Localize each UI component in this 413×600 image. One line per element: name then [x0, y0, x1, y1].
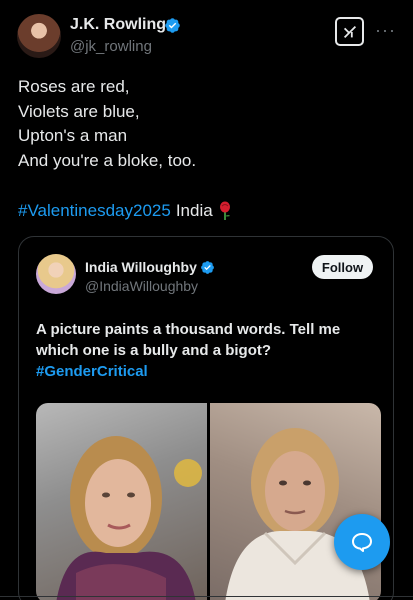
tweet-text: Roses are red, Violets are blue, Upton's… [18, 75, 196, 173]
photo-right[interactable] [210, 403, 381, 600]
tweet-hashtag-line: #Valentinesday2025 India [18, 201, 233, 221]
tag-text: India [175, 201, 213, 220]
reply-fab[interactable] [334, 514, 390, 570]
portrait-illustration [225, 428, 370, 600]
photo-left[interactable] [36, 403, 207, 600]
poem-line: Roses are red, [18, 77, 130, 96]
verified-badge-icon [201, 261, 214, 274]
rose-emoji-icon [219, 201, 230, 220]
more-icon[interactable]: ··· [375, 20, 396, 41]
tweet: J.K. Rowling @jk_rowling ··· Roses are r… [0, 0, 413, 600]
author-name[interactable]: J.K. Rowling [70, 16, 166, 34]
quoted-author-handle[interactable]: @IndiaWilloughby [85, 278, 198, 294]
portrait-illustration [56, 436, 202, 600]
poem-line: Violets are blue, [18, 101, 140, 121]
grok-icon [343, 25, 356, 38]
author-avatar[interactable] [17, 14, 61, 58]
follow-button[interactable]: Follow [312, 255, 373, 279]
verified-badge-icon [165, 18, 180, 33]
quoted-hashtag-link[interactable]: #GenderCritical [36, 363, 148, 380]
divider [0, 596, 413, 597]
quoted-tweet-text: A picture paints a thousand words. Tell … [36, 321, 341, 359]
reply-fab-icon [352, 533, 372, 552]
grok-button[interactable] [335, 17, 364, 46]
quoted-media[interactable] [36, 403, 381, 600]
poem-line: Upton's a man [18, 126, 128, 145]
poem-line: And you're a bloke, too. [18, 150, 197, 170]
quoted-author-avatar[interactable] [36, 254, 76, 294]
quoted-author-name[interactable]: India Willoughby [85, 259, 197, 275]
hashtag-link[interactable]: #Valentinesday2025 [18, 201, 171, 221]
author-handle[interactable]: @jk_rowling [70, 38, 152, 55]
